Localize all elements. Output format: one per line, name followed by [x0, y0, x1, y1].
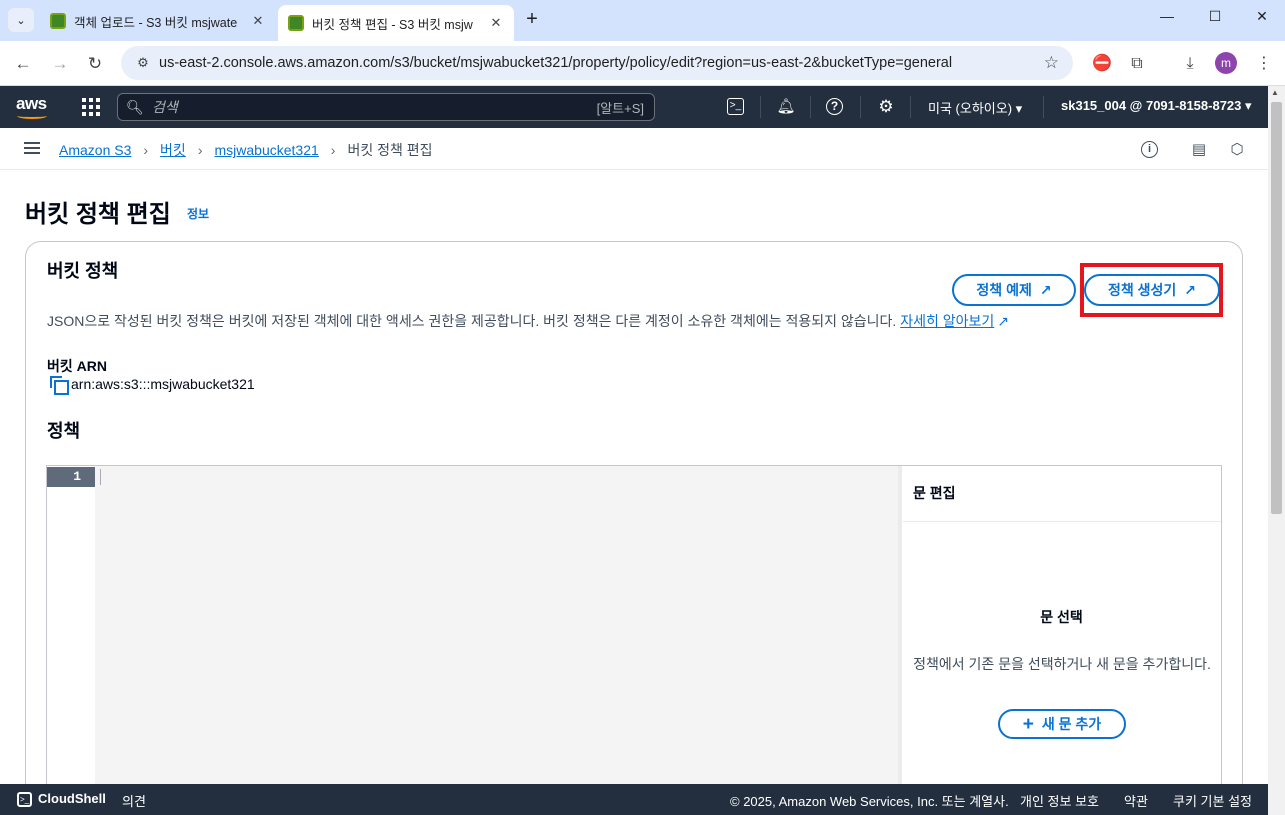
tab-title: 객체 업로드 - S3 버킷 msjwate [74, 15, 238, 30]
chevron-right-icon: › [143, 142, 149, 158]
highlight-annotation-box [1080, 263, 1223, 317]
feedback-link[interactable]: 의견 [122, 791, 146, 810]
info-icon[interactable]: i [1141, 141, 1158, 158]
terms-link[interactable]: 약관 [1124, 791, 1148, 810]
plus-icon: + [1022, 713, 1034, 735]
close-icon[interactable]: ✕ [488, 15, 504, 31]
minimize-icon[interactable]: — [1152, 8, 1182, 32]
copyright-text: © 2025, Amazon Web Services, Inc. 또는 계열사… [730, 794, 1009, 809]
external-link-icon: ↗ [997, 313, 1009, 329]
section-title: 버킷 정책 [47, 261, 119, 281]
external-link-icon: ↗ [1039, 281, 1052, 298]
statement-panel-header: 문 편집 [913, 485, 956, 501]
breadcrumb-bar: Amazon S3 › 버킷 › msjwabucket321 › 버킷 정책 … [0, 128, 1268, 170]
cloudshell-icon[interactable]: >_ [17, 792, 32, 807]
learn-more-link[interactable]: 자세히 알아보기 [900, 313, 994, 329]
notes-panel-icon[interactable]: ▤ [1189, 140, 1209, 160]
s3-favicon-icon [288, 15, 304, 31]
line-number: 1 [47, 467, 95, 487]
s3-favicon-icon [50, 13, 66, 29]
console-footer: >_ CloudShell 의견 © 2025, Amazon Web Serv… [0, 784, 1268, 815]
back-icon[interactable]: ← [11, 52, 35, 76]
page-title: 버킷 정책 편집 [25, 201, 171, 228]
copy-icon[interactable] [50, 376, 69, 395]
close-icon[interactable]: ✕ [250, 13, 266, 29]
scroll-up-icon[interactable]: ▲ [1271, 88, 1279, 97]
site-settings-icon[interactable]: ⚙ [129, 55, 157, 71]
extensions-icon[interactable]: ⧉ [1125, 52, 1149, 76]
info-link[interactable]: 정보 [187, 205, 209, 222]
button-label: 새 문 추가 [1041, 716, 1102, 732]
cloudshell-icon[interactable]: >_ [727, 98, 744, 115]
text-cursor [100, 469, 101, 485]
scrollbar-thumb[interactable] [1271, 102, 1282, 514]
chevron-right-icon: › [197, 142, 203, 158]
search-input[interactable]: 🔍︎ 검색 [알트+S] [117, 93, 655, 121]
gear-icon[interactable]: ⚙ [876, 97, 896, 117]
aws-top-nav: aws 🔍︎ 검색 [알트+S] >_ 🔔︎ ? ⚙ 미국 (오하이오) ▾ s… [0, 86, 1268, 128]
nav-divider [760, 96, 761, 118]
download-icon[interactable]: ⤓ [1178, 52, 1202, 76]
help-icon[interactable]: ? [826, 98, 843, 115]
editor-gutter [47, 466, 95, 786]
policy-label: 정책 [47, 421, 81, 441]
privacy-link[interactable]: 개인 정보 보호 [1020, 791, 1099, 810]
tab-title: 버킷 정책 편집 - S3 버킷 msjw [312, 17, 473, 32]
nav-divider [1043, 96, 1044, 118]
chevron-right-icon: › [330, 142, 336, 158]
bookmark-star-icon[interactable]: ☆ [1044, 53, 1059, 73]
maximize-icon[interactable]: ☐ [1200, 8, 1230, 32]
url-text: us-east-2.console.aws.amazon.com/s3/buck… [159, 55, 953, 71]
arn-text: arn:aws:s3:::msjwabucket321 [71, 376, 255, 392]
panel-divider [903, 521, 1221, 522]
browser-tab-active[interactable]: 버킷 정책 편집 - S3 버킷 msjw ✕ [278, 5, 514, 41]
nav-divider [810, 96, 811, 118]
browser-tab[interactable]: 객체 업로드 - S3 버킷 msjwate ✕ [40, 5, 276, 37]
extension-blocked-icon[interactable]: ⛔ [1090, 52, 1114, 76]
statement-empty-text: 정책에서 기존 문을 선택하거나 새 문을 추가합니다. [913, 656, 1211, 672]
cloudshell-link[interactable]: CloudShell [38, 791, 106, 806]
security-panel-icon[interactable]: ⬡ [1227, 140, 1247, 160]
breadcrumb-item-bucket[interactable]: msjwabucket321 [214, 142, 318, 158]
aws-logo-smile-icon [17, 113, 47, 119]
policy-examples-button[interactable]: 정책 예제 ↗ [952, 274, 1076, 306]
tab-search-button[interactable]: ⌄ [8, 8, 34, 32]
services-grid-icon[interactable] [82, 98, 100, 116]
statement-empty-title: 문 선택 [1040, 609, 1083, 625]
cookie-preferences-link[interactable]: 쿠키 기본 설정 [1173, 791, 1252, 810]
hamburger-menu-icon[interactable] [24, 142, 40, 154]
address-bar[interactable]: ⚙ us-east-2.console.aws.amazon.com/s3/bu… [121, 46, 1073, 80]
button-label: 정책 예제 [976, 282, 1032, 298]
aws-logo[interactable]: aws [16, 94, 47, 114]
breadcrumb-current: 버킷 정책 편집 [347, 142, 433, 158]
new-tab-button[interactable]: + [520, 8, 544, 32]
search-icon: 🔍︎ [126, 98, 144, 115]
nav-divider [860, 96, 861, 118]
reload-icon[interactable]: ↻ [83, 52, 107, 76]
breadcrumb: Amazon S3 › 버킷 › msjwabucket321 › 버킷 정책 … [59, 140, 433, 160]
account-menu[interactable]: sk315_004 @ 7091-8158-8723 ▾ [1061, 98, 1252, 114]
window-close-icon[interactable]: ✕ [1247, 8, 1277, 32]
bell-icon[interactable]: 🔔︎ [776, 97, 796, 117]
search-placeholder: 검색 [152, 99, 178, 115]
browser-toolbar: ← → ↻ ⚙ us-east-2.console.aws.amazon.com… [0, 41, 1285, 86]
arn-value: arn:aws:s3:::msjwabucket321 [50, 376, 255, 395]
description-text: JSON으로 작성된 버킷 정책은 버킷에 저장된 객체에 대한 액세스 권한을… [47, 313, 897, 329]
section-description: JSON으로 작성된 버킷 정책은 버킷에 저장된 객체에 대한 액세스 권한을… [47, 311, 1009, 331]
browser-menu-icon[interactable]: ⋮ [1252, 52, 1276, 76]
search-shortcut: [알트+S] [596, 100, 644, 116]
breadcrumb-item-buckets[interactable]: 버킷 [160, 140, 186, 160]
region-selector[interactable]: 미국 (오하이오) ▾ [928, 98, 1022, 117]
add-statement-button[interactable]: + 새 문 추가 [998, 709, 1126, 739]
forward-icon[interactable]: → [48, 52, 72, 76]
browser-tab-strip: ⌄ 객체 업로드 - S3 버킷 msjwate ✕ 버킷 정책 편집 - S3… [0, 0, 1285, 41]
breadcrumb-item-s3[interactable]: Amazon S3 [59, 142, 131, 158]
arn-label: 버킷 ARN [47, 358, 107, 374]
code-input[interactable] [95, 466, 898, 786]
profile-avatar[interactable]: m [1215, 52, 1237, 74]
nav-divider [910, 96, 911, 118]
